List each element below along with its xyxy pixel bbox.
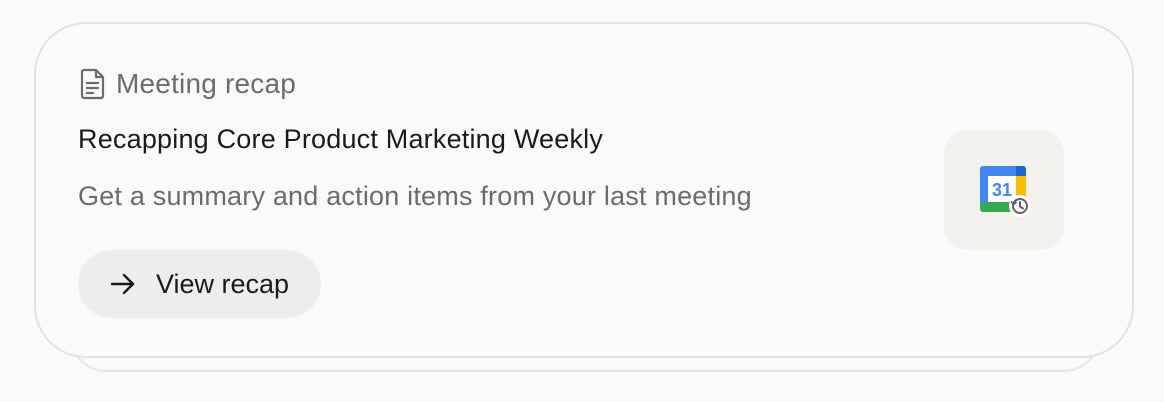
google-calendar-history-icon: 31 (980, 166, 1031, 217)
calendar-day-number: 31 (992, 180, 1012, 200)
card-description: Get a summary and action items from your… (78, 181, 752, 211)
view-recap-button[interactable]: View recap (78, 250, 322, 318)
calendar-app-tile: 31 (944, 130, 1064, 250)
meeting-recap-card: Meeting recap Recapping Core Product Mar… (34, 22, 1134, 358)
card-header: Meeting recap (80, 68, 296, 100)
card-type-label: Meeting recap (116, 68, 297, 99)
document-icon (80, 68, 105, 100)
view-recap-label: View recap (156, 268, 290, 299)
arrow-right-icon (110, 273, 135, 295)
meeting-title: Recapping Core Product Marketing Weekly (78, 124, 604, 154)
